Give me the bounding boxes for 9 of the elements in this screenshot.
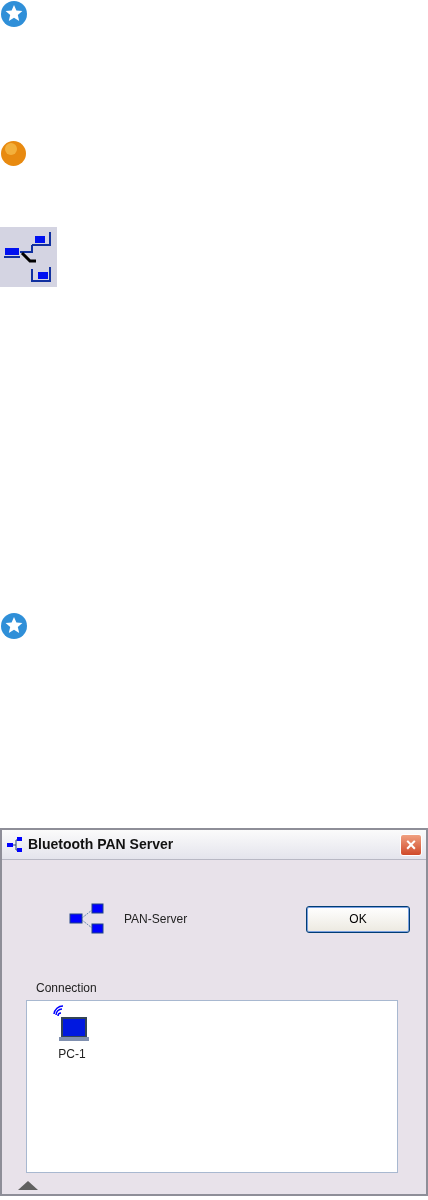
expand-icon[interactable] — [18, 1181, 38, 1190]
network-icon — [6, 835, 24, 854]
server-name: PAN-Server — [124, 911, 188, 928]
device-label: PC-1 — [58, 1046, 86, 1063]
ok-button[interactable]: OK — [306, 905, 410, 933]
circle-icon — [0, 140, 27, 167]
window-title: Bluetooth PAN Server — [28, 835, 174, 854]
connection-label: Connection — [36, 980, 98, 997]
network-icon — [0, 227, 57, 287]
